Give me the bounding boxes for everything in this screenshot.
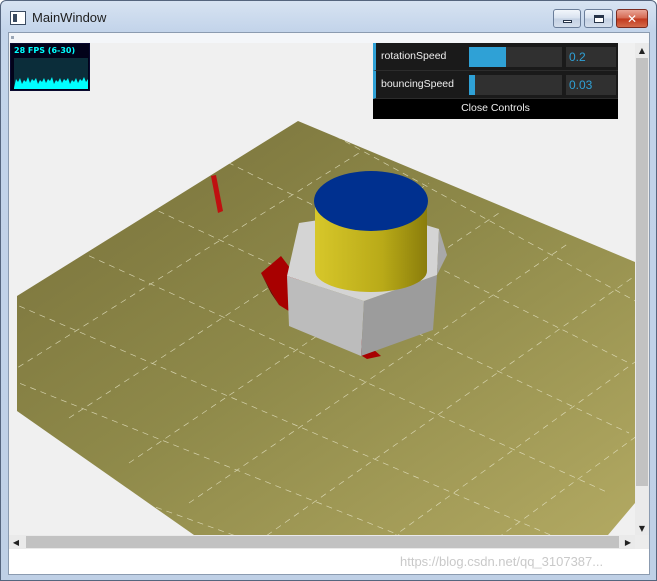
scroll-down-icon[interactable]: ▼ [635, 521, 649, 535]
main-window: MainWindow ✕ 28 FPS (6-30) rotationSpeed… [0, 0, 657, 581]
fps-readout: 28 FPS (6-30) [14, 46, 76, 55]
watermark-text: https://blog.csdn.net/qq_3107387... [400, 554, 604, 569]
close-icon: ✕ [626, 11, 638, 26]
maximize-button[interactable] [584, 9, 613, 28]
rotation-speed-slider[interactable] [469, 47, 562, 67]
horizontal-scroll-thumb[interactable] [26, 536, 619, 548]
cylinder-top [314, 171, 428, 231]
client-area: 28 FPS (6-30) rotationSpeed 0.2 bouncing… [8, 32, 650, 575]
menu-strip [9, 33, 649, 43]
maximize-icon [593, 14, 604, 23]
scrollbar-corner [635, 535, 649, 549]
bouncing-speed-slider-fill [469, 75, 475, 95]
rotation-speed-controller: rotationSpeed 0.2 [373, 43, 618, 71]
webgl-viewport[interactable]: 28 FPS (6-30) rotationSpeed 0.2 bouncing… [9, 43, 635, 535]
bouncing-speed-controller: bouncingSpeed 0.03 [373, 71, 618, 99]
fps-stats-panel[interactable]: 28 FPS (6-30) [10, 43, 90, 91]
close-button[interactable]: ✕ [616, 9, 648, 28]
bouncing-speed-slider[interactable] [469, 75, 562, 95]
app-window-icon [10, 11, 26, 25]
rotation-speed-input[interactable]: 0.2 [566, 47, 616, 67]
bouncing-speed-label: bouncingSpeed [381, 78, 454, 90]
controls-panel: rotationSpeed 0.2 bouncingSpeed 0.03 Clo… [373, 43, 618, 119]
scroll-right-icon[interactable]: ▶ [621, 535, 635, 549]
minimize-icon [562, 20, 572, 23]
horizontal-scrollbar[interactable]: ◀ ▶ [9, 535, 635, 549]
title-bar[interactable]: MainWindow ✕ [1, 1, 656, 31]
fps-graph [14, 58, 88, 89]
minimize-button[interactable] [553, 9, 581, 28]
vertical-scroll-thumb[interactable] [636, 58, 648, 486]
scroll-up-icon[interactable]: ▲ [635, 43, 649, 57]
bouncing-speed-input[interactable]: 0.03 [566, 75, 616, 95]
close-controls-button[interactable]: Close Controls [373, 99, 618, 119]
window-title: MainWindow [32, 10, 107, 25]
rotation-speed-slider-fill [469, 47, 507, 67]
scroll-left-icon[interactable]: ◀ [9, 535, 23, 549]
vertical-scrollbar[interactable]: ▲ ▼ [635, 43, 649, 535]
rotation-speed-label: rotationSpeed [381, 50, 447, 62]
